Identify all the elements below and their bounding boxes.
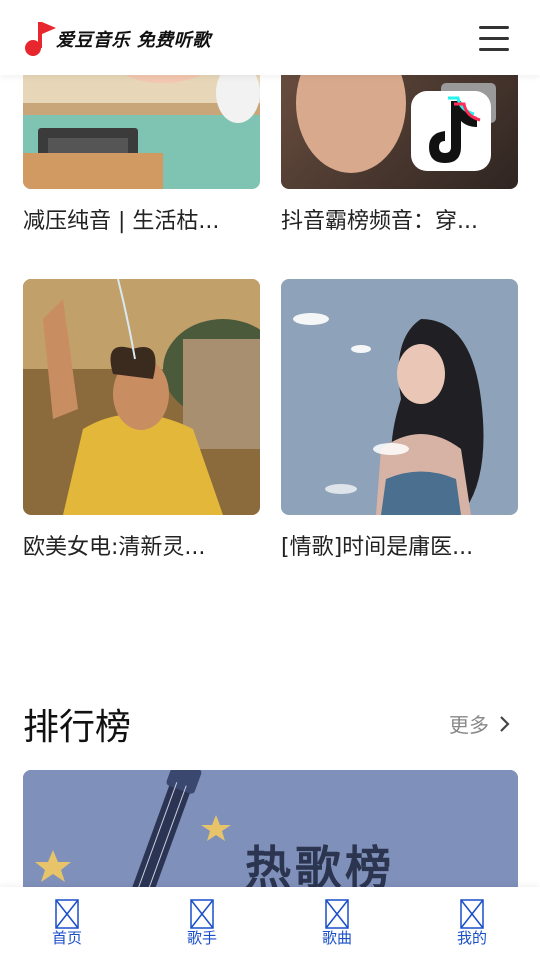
playlist-cover-image	[23, 279, 260, 515]
playlist-title[interactable]: 抖音霸榜频音：穿...	[281, 203, 518, 235]
broken-image-icon	[55, 899, 79, 929]
playlist-title[interactable]: 欧美女电:清新灵...	[23, 529, 260, 561]
broken-image-icon	[325, 899, 349, 929]
menu-button[interactable]	[474, 20, 514, 56]
broken-image-icon	[460, 899, 484, 929]
tab-mine[interactable]: 我的	[432, 899, 512, 951]
playlist-title[interactable]: [情歌]时间是庸医...	[281, 529, 518, 561]
tab-label: 我的	[456, 929, 487, 947]
playlist-card[interactable]: [情歌]时间是庸医...	[281, 279, 518, 561]
broken-image-icon	[190, 899, 214, 929]
tab-label: 歌曲	[321, 929, 352, 947]
playlist-cover-image	[281, 279, 518, 515]
tab-singers[interactable]: 歌手	[162, 899, 242, 951]
more-label: 更多	[449, 713, 489, 737]
ranking-more-link[interactable]: 更多	[449, 709, 511, 738]
logo-text: 爱豆音乐 免费听歌	[56, 30, 211, 51]
hamburger-menu-icon	[479, 26, 509, 29]
chevron-right-icon	[500, 715, 510, 732]
tiktok-logo-icon	[411, 91, 491, 171]
app-header: 爱豆音乐 免费听歌	[0, 0, 540, 75]
playlist-card[interactable]: 欧美女电:清新灵...	[23, 279, 260, 561]
tab-home[interactable]: 首页	[27, 899, 107, 951]
tab-songs[interactable]: 歌曲	[297, 899, 377, 951]
ranking-section-title: 排行榜	[23, 707, 132, 748]
page: 爱豆音乐 免费听歌 减压纯音 | 生活枯... 抖音霸榜频音：穿... 欧美女电…	[0, 0, 540, 960]
tab-label: 首页	[51, 929, 82, 947]
bottom-tab-bar: 首页 歌手 歌曲 我的	[0, 887, 540, 960]
playlist-title[interactable]: 减压纯音 | 生活枯...	[23, 203, 260, 235]
tab-label: 歌手	[186, 929, 217, 947]
